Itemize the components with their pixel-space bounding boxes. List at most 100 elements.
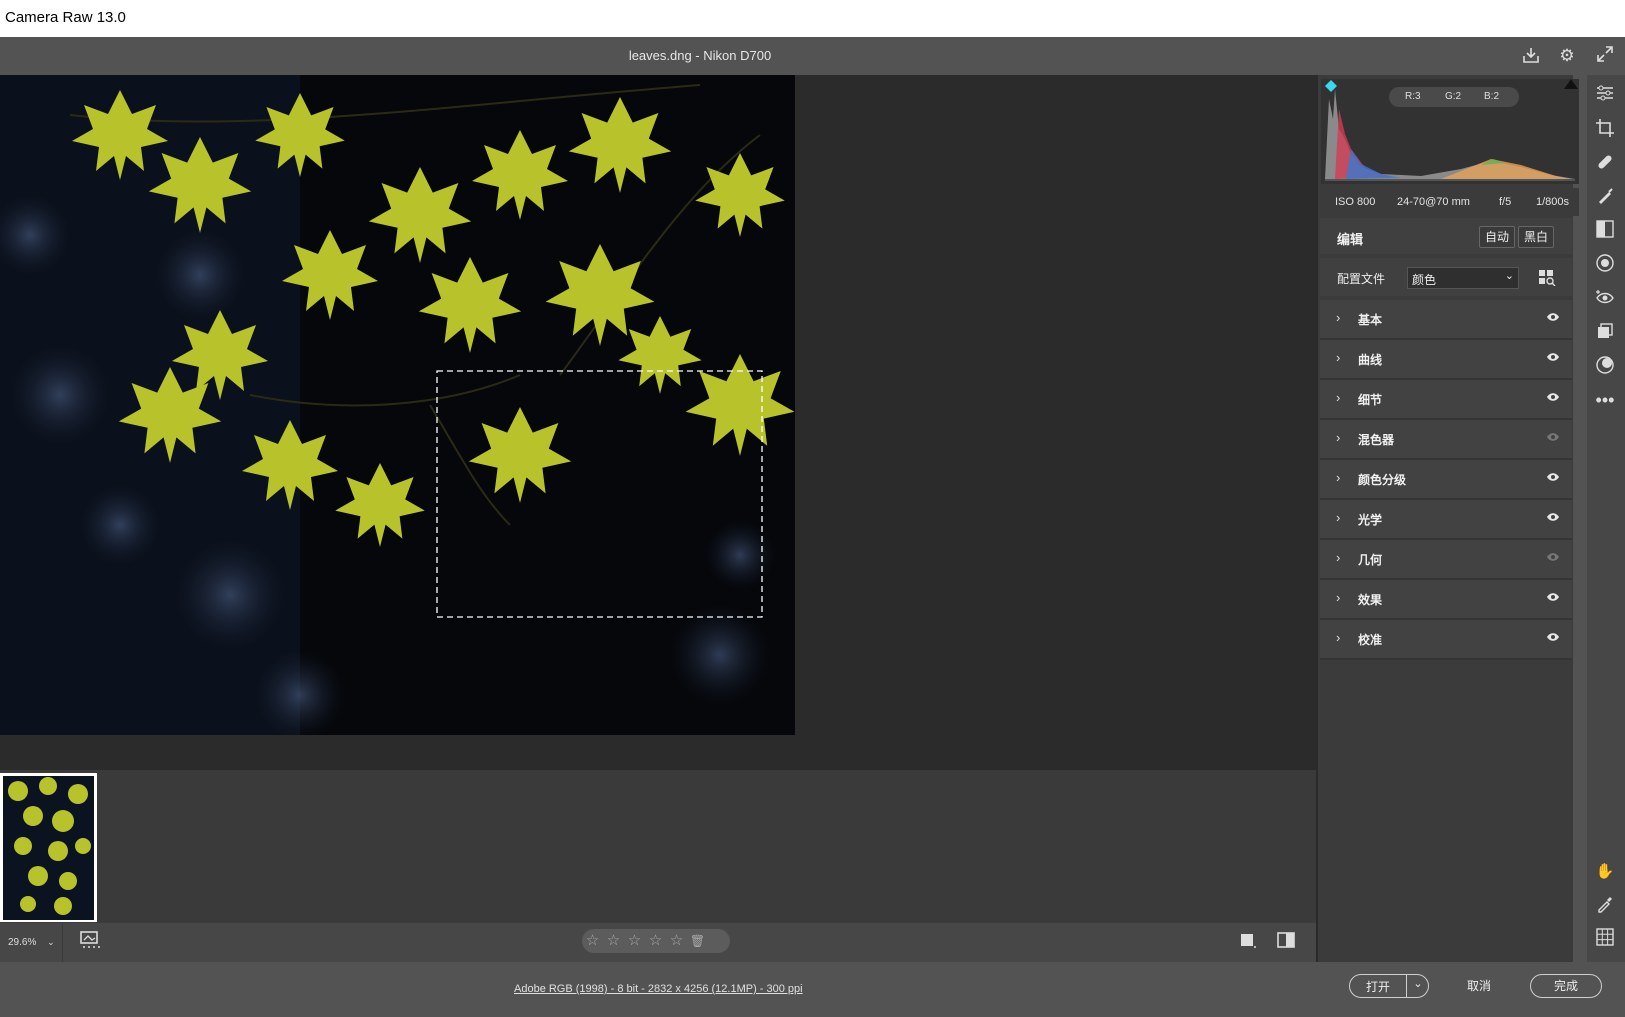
section-5[interactable]: › 颜色分级 bbox=[1320, 460, 1572, 500]
profile-browser-icon[interactable] bbox=[1538, 268, 1556, 287]
profile-row: 配置文件 颜色 ⌄ bbox=[1320, 258, 1572, 296]
section-label: 校准 bbox=[1358, 633, 1383, 647]
visibility-eye-icon[interactable] bbox=[1546, 430, 1560, 445]
section-4[interactable]: › 混色器 bbox=[1320, 420, 1572, 460]
crop-icon[interactable] bbox=[1593, 118, 1617, 142]
star-2-icon[interactable]: ☆ bbox=[603, 929, 624, 953]
chevron-down-icon: ⌄ bbox=[1504, 270, 1514, 282]
profile-select-value: 颜色 bbox=[1412, 273, 1437, 287]
star-1-icon[interactable]: ☆ bbox=[582, 929, 603, 953]
before-after-view-icon[interactable] bbox=[1276, 930, 1296, 950]
section-2[interactable]: › 曲线 bbox=[1320, 340, 1572, 380]
chevron-down-icon: ⌄ bbox=[47, 937, 55, 947]
window-title: Camera Raw 13.0 bbox=[5, 9, 126, 26]
zoom-level-value: 29.6% bbox=[8, 937, 37, 948]
rating-stars[interactable]: ☆ ☆ ☆ ☆ ☆ 🗑 bbox=[582, 929, 730, 953]
healing-bandage-icon[interactable] bbox=[1593, 152, 1617, 176]
save-icon[interactable] bbox=[1520, 45, 1542, 67]
edit-sliders-icon[interactable] bbox=[1593, 84, 1617, 108]
chevron-right-icon[interactable]: › bbox=[1336, 310, 1340, 325]
cancel-button[interactable]: 取消 bbox=[1467, 977, 1491, 994]
auto-button[interactable]: 自动 bbox=[1479, 226, 1515, 248]
filmstrip bbox=[0, 770, 1316, 922]
star-3-icon[interactable]: ☆ bbox=[624, 929, 645, 953]
black-white-button[interactable]: 黑白 bbox=[1518, 226, 1554, 248]
section-3[interactable]: › 细节 bbox=[1320, 380, 1572, 420]
section-label: 几何 bbox=[1358, 553, 1383, 567]
section-label: 基本 bbox=[1358, 313, 1383, 327]
g-value: G:2 bbox=[1445, 91, 1462, 102]
chevron-right-icon[interactable]: › bbox=[1336, 550, 1340, 565]
exif-shutter: 1/800s bbox=[1536, 196, 1570, 208]
more-options-icon[interactable]: ••• bbox=[1593, 388, 1617, 412]
snapshots-icon[interactable] bbox=[1593, 322, 1617, 346]
done-button[interactable]: 完成 bbox=[1530, 974, 1602, 998]
open-button-divider bbox=[1406, 975, 1407, 997]
profile-label: 配置文件 bbox=[1337, 272, 1386, 286]
b-value: B:2 bbox=[1484, 91, 1500, 102]
section-6[interactable]: › 光学 bbox=[1320, 500, 1572, 540]
chevron-right-icon[interactable]: › bbox=[1336, 430, 1340, 445]
red-eye-icon[interactable] bbox=[1593, 288, 1617, 312]
visibility-eye-icon[interactable] bbox=[1546, 390, 1560, 405]
visibility-eye-icon[interactable] bbox=[1546, 350, 1560, 365]
edit-header: 编辑 自动 黑白 bbox=[1320, 218, 1572, 254]
open-button[interactable]: 打开 bbox=[1350, 978, 1406, 995]
shadow-clipping-warning-icon[interactable] bbox=[1325, 79, 1337, 92]
single-view-icon[interactable] bbox=[1240, 932, 1256, 948]
color-sampler-icon[interactable] bbox=[1593, 894, 1617, 918]
section-label: 曲线 bbox=[1358, 353, 1383, 367]
section-label: 颜色分级 bbox=[1358, 473, 1407, 487]
presets-icon[interactable] bbox=[1593, 356, 1617, 380]
section-label: 效果 bbox=[1358, 593, 1383, 607]
open-button-group: 打开 ⌄ bbox=[1349, 974, 1429, 998]
chevron-right-icon[interactable]: › bbox=[1336, 510, 1340, 525]
section-1[interactable]: › 基本 bbox=[1320, 300, 1572, 340]
toolbar-divider bbox=[62, 922, 63, 962]
hand-tool-icon[interactable]: ✋ bbox=[1593, 860, 1617, 884]
histogram: R:3 G:2 B:2 bbox=[1321, 79, 1579, 184]
brush-icon[interactable] bbox=[1593, 186, 1617, 210]
visibility-eye-icon[interactable] bbox=[1546, 470, 1560, 485]
section-9[interactable]: › 校准 bbox=[1320, 620, 1572, 660]
visibility-eye-icon[interactable] bbox=[1546, 310, 1560, 325]
photo-preview[interactable] bbox=[0, 75, 795, 735]
visibility-eye-icon[interactable] bbox=[1546, 630, 1560, 645]
section-8[interactable]: › 效果 bbox=[1320, 580, 1572, 620]
visibility-eye-icon[interactable] bbox=[1546, 510, 1560, 525]
filmstrip-toggle-icon[interactable] bbox=[80, 931, 104, 951]
section-7[interactable]: › 几何 bbox=[1320, 540, 1572, 580]
file-title: leaves.dng - Nikon D700 bbox=[628, 48, 772, 63]
workflow-options-link[interactable]: Adobe RGB (1998) - 8 bit - 2832 x 4256 (… bbox=[514, 983, 803, 995]
radial-filter-icon[interactable] bbox=[1593, 254, 1617, 278]
star-5-icon[interactable]: ☆ bbox=[666, 929, 687, 953]
fullscreen-icon[interactable] bbox=[1594, 45, 1616, 67]
edit-title: 编辑 bbox=[1337, 232, 1364, 247]
trash-icon[interactable]: 🗑 bbox=[687, 929, 708, 953]
chevron-right-icon[interactable]: › bbox=[1336, 390, 1340, 405]
filmstrip-thumbnail[interactable] bbox=[0, 773, 97, 923]
exif-iso: ISO 800 bbox=[1335, 196, 1376, 208]
r-value: R:3 bbox=[1405, 91, 1421, 102]
rgb-readout: R:3 G:2 B:2 bbox=[1389, 87, 1519, 107]
chevron-right-icon[interactable]: › bbox=[1336, 630, 1340, 645]
open-options-chevron-icon[interactable]: ⌄ bbox=[1408, 977, 1428, 990]
star-4-icon[interactable]: ☆ bbox=[645, 929, 666, 953]
linear-gradient-icon[interactable] bbox=[1593, 220, 1617, 244]
chevron-right-icon[interactable]: › bbox=[1336, 590, 1340, 605]
chevron-right-icon[interactable]: › bbox=[1336, 470, 1340, 485]
section-label: 光学 bbox=[1358, 513, 1383, 527]
chevron-right-icon[interactable]: › bbox=[1336, 350, 1340, 365]
settings-gear-icon[interactable]: ⚙ bbox=[1556, 45, 1578, 67]
visibility-eye-icon[interactable] bbox=[1546, 590, 1560, 605]
section-label: 混色器 bbox=[1358, 433, 1395, 447]
exif-lens: 24-70@70 mm bbox=[1397, 196, 1470, 208]
visibility-eye-icon[interactable] bbox=[1546, 550, 1560, 565]
profile-select[interactable]: 颜色 ⌄ bbox=[1407, 267, 1519, 289]
exif-info: ISO 800 24-70@70 mm f/5 1/800s bbox=[1321, 188, 1579, 216]
grid-overlay-icon[interactable] bbox=[1593, 928, 1617, 952]
file-header-bar: leaves.dng - Nikon D700 ⚙ bbox=[0, 37, 1625, 75]
zoom-level-dropdown[interactable]: 29.6% ⌄ bbox=[8, 937, 55, 948]
highlight-clipping-warning-icon[interactable] bbox=[1564, 78, 1578, 90]
window-title-bar: Camera Raw 13.0 bbox=[0, 0, 1625, 37]
